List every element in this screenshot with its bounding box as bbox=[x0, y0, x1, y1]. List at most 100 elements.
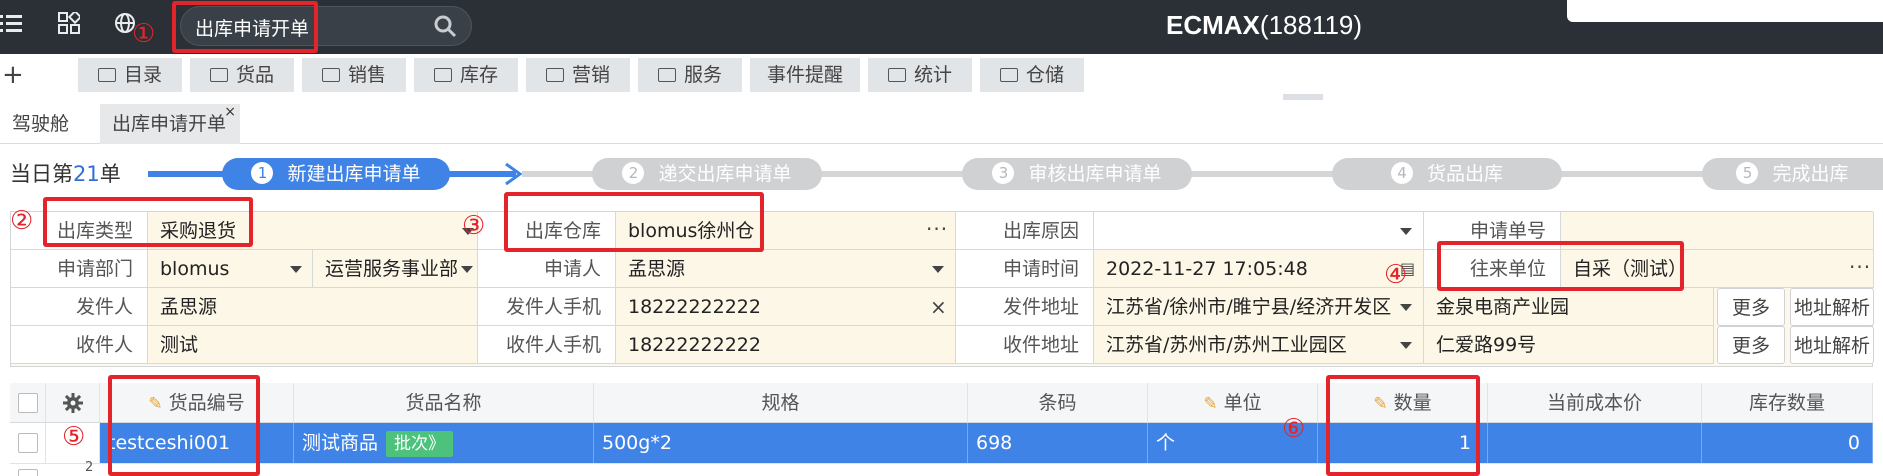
barcode-value: 698 bbox=[976, 432, 1013, 454]
annotation-box-5 bbox=[108, 375, 260, 476]
receiver-value: 测试 bbox=[160, 334, 199, 356]
receiver-label: 收件人 bbox=[11, 326, 148, 364]
more-options-icon[interactable]: ··· bbox=[926, 212, 948, 248]
menu-item-label: 销售 bbox=[347, 64, 386, 86]
col-spec[interactable]: 规格 bbox=[594, 383, 968, 423]
step-label: 新建出库申请单 bbox=[287, 163, 421, 185]
column-label: 货品名称 bbox=[405, 392, 482, 414]
count-number: 21 bbox=[73, 162, 100, 186]
menu-item-event-reminder[interactable]: 事件提醒 bbox=[750, 58, 860, 92]
annotation-number-6: ⑥ bbox=[1282, 414, 1306, 444]
row-checkbox[interactable] bbox=[18, 469, 38, 476]
step-arrow-icon bbox=[505, 162, 523, 186]
module-menu-bar: + 目录 货品 销售 库存 营销 服务 事件提醒 统计 仓储 bbox=[0, 54, 1883, 98]
col-cost-price[interactable]: 当前成本价 bbox=[1488, 383, 1702, 423]
folder-icon bbox=[545, 68, 564, 82]
annotation-number-1: ① bbox=[132, 19, 156, 49]
sender-addr-select[interactable]: 江苏省/徐州市/睢宁县/经济开发区 bbox=[1094, 288, 1424, 326]
sender-field[interactable]: 孟思源 bbox=[148, 288, 478, 326]
time-field[interactable]: 2022-11-27 17:05:48 ▤ bbox=[1094, 250, 1424, 288]
menu-item-service[interactable]: 服务 bbox=[638, 58, 742, 92]
chevron-down-icon bbox=[932, 266, 944, 273]
column-label: 条码 bbox=[1038, 392, 1077, 414]
batch-button[interactable]: 批次》 bbox=[386, 431, 454, 457]
menu-item-label: 仓储 bbox=[1025, 64, 1064, 86]
sender-parse-address-button[interactable]: 地址解析 bbox=[1790, 288, 1874, 326]
col-barcode[interactable]: 条码 bbox=[968, 383, 1148, 423]
step-number: 5 bbox=[1736, 162, 1759, 184]
tab-cockpit[interactable]: 驾驶舱 bbox=[0, 104, 81, 144]
close-icon[interactable]: × bbox=[224, 92, 236, 132]
receiver-phone-field[interactable]: 18222222222 bbox=[616, 326, 956, 364]
receiver-addr-select[interactable]: 江苏省/苏州市/苏州工业园区 bbox=[1094, 326, 1424, 364]
plus-icon[interactable]: + bbox=[2, 60, 24, 90]
annotation-box-4 bbox=[1437, 241, 1684, 291]
menu-item-label: 库存 bbox=[459, 64, 498, 86]
table-row-cell-barcode[interactable]: 698 bbox=[968, 423, 1148, 463]
apps-grid-icon[interactable] bbox=[58, 9, 83, 41]
table-row-cell-stock[interactable]: 0 bbox=[1702, 423, 1873, 463]
table-row-cell-spec[interactable]: 500g*2 bbox=[594, 423, 968, 463]
folder-icon bbox=[209, 68, 228, 82]
sender-addr-label: 发件地址 bbox=[956, 288, 1094, 326]
applicant-label: 申请人 bbox=[478, 250, 616, 288]
table-row-cell-name[interactable]: 测试商品 批次》 bbox=[294, 423, 594, 463]
time-value: 2022-11-27 17:05:48 bbox=[1106, 258, 1308, 280]
menu-item-label: 营销 bbox=[571, 64, 610, 86]
tab-label: 出库申请开单 bbox=[112, 113, 227, 135]
step-number: 1 bbox=[251, 162, 274, 184]
dept-select[interactable]: blomus bbox=[148, 250, 313, 288]
row-checkbox[interactable] bbox=[18, 433, 38, 453]
table-row: 2 bbox=[10, 460, 1873, 476]
tab-label: 驾驶舱 bbox=[12, 113, 70, 135]
hamburger-icon[interactable] bbox=[0, 11, 24, 42]
time-label: 申请时间 bbox=[956, 250, 1094, 288]
col-stock-qty[interactable]: 库存数量 bbox=[1702, 383, 1873, 423]
more-options-icon[interactable]: ··· bbox=[1849, 250, 1871, 286]
step-4: 4 货品出库 bbox=[1332, 158, 1562, 190]
column-label: 库存数量 bbox=[1748, 392, 1825, 414]
gear-icon[interactable] bbox=[62, 393, 83, 413]
menu-item-marketing[interactable]: 营销 bbox=[526, 58, 630, 92]
receiver-parse-address-button[interactable]: 地址解析 bbox=[1790, 326, 1874, 364]
sender-addr-detail-value: 金泉电商产业园 bbox=[1436, 296, 1570, 318]
applicant-select[interactable]: 孟思源 bbox=[616, 250, 956, 288]
receiver-phone-label: 收件人手机 bbox=[478, 326, 616, 364]
step-3: 3 审核出库申请单 bbox=[962, 158, 1192, 190]
sender-more-button[interactable]: 更多 bbox=[1717, 288, 1785, 326]
annotation-number-4: ④ bbox=[1384, 260, 1408, 290]
receiver-addr-detail-value: 仁爱路99号 bbox=[1436, 334, 1537, 356]
col-goods-name[interactable]: 货品名称 bbox=[294, 383, 594, 423]
menu-item-catalog[interactable]: 目录 bbox=[78, 58, 182, 92]
sender-phone-field[interactable]: 18222222222 × bbox=[616, 288, 956, 326]
menu-item-sales[interactable]: 销售 bbox=[302, 58, 406, 92]
reason-select[interactable] bbox=[1094, 212, 1424, 250]
receiver-addr-label: 收件地址 bbox=[956, 326, 1094, 364]
table-row-cell-cost[interactable] bbox=[1488, 423, 1702, 463]
menu-item-warehousing[interactable]: 仓储 bbox=[980, 58, 1084, 92]
goods-name-value: 测试商品 bbox=[302, 432, 379, 454]
stock-value: 0 bbox=[1847, 432, 1860, 454]
clear-icon[interactable]: × bbox=[930, 288, 947, 325]
menu-item-goods[interactable]: 货品 bbox=[190, 58, 294, 92]
menu-item-label: 统计 bbox=[913, 64, 952, 86]
annotation-box-1 bbox=[172, 1, 318, 53]
select-all-checkbox[interactable] bbox=[18, 393, 38, 413]
receiver-phone-value: 18222222222 bbox=[628, 334, 761, 356]
receiver-more-button[interactable]: 更多 bbox=[1717, 326, 1785, 364]
count-prefix: 当日第 bbox=[10, 162, 73, 186]
menu-item-statistics[interactable]: 统计 bbox=[868, 58, 972, 92]
step-label: 货品出库 bbox=[1426, 163, 1503, 185]
receiver-field[interactable]: 测试 bbox=[148, 326, 478, 364]
daily-order-count: 当日第21单 bbox=[10, 158, 121, 188]
menu-item-inventory[interactable]: 库存 bbox=[414, 58, 518, 92]
dept-sub-select[interactable]: 运营服务事业部 bbox=[313, 250, 478, 288]
step-label: 递交出库申请单 bbox=[658, 163, 792, 185]
sender-addr-detail[interactable]: 金泉电商产业园 bbox=[1424, 288, 1714, 326]
sender-phone-value: 18222222222 bbox=[628, 296, 761, 318]
receiver-addr-detail[interactable]: 仁爱路99号 bbox=[1424, 326, 1714, 364]
search-icon[interactable] bbox=[433, 14, 457, 38]
tab-outbound-request[interactable]: 出库申请开单 × bbox=[100, 104, 240, 144]
chevron-down-icon bbox=[1400, 304, 1412, 311]
sender-addr-value: 江苏省/徐州市/睢宁县/经济开发区 bbox=[1106, 296, 1392, 318]
